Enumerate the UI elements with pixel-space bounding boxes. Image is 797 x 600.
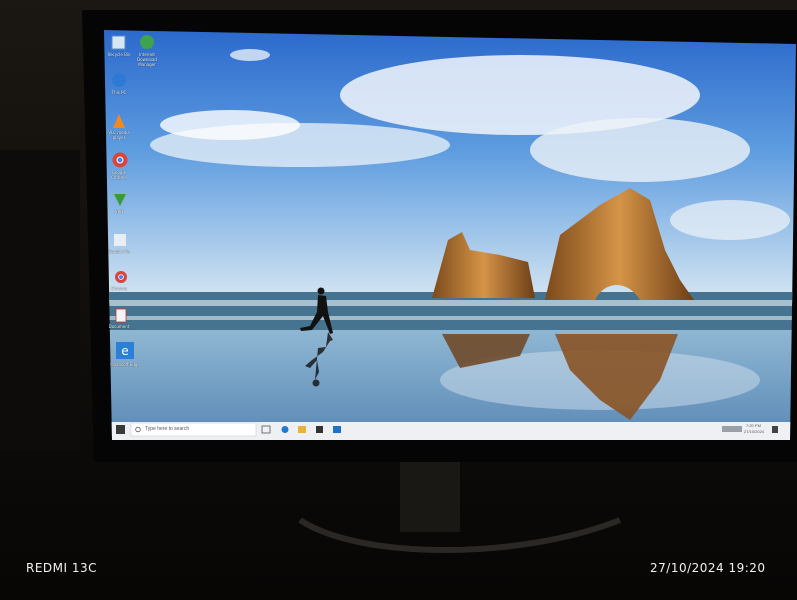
taskbar-file-explorer-icon [298, 426, 306, 433]
start-button [116, 425, 125, 434]
cloud [160, 110, 300, 140]
internet-download-manager-icon [140, 35, 154, 49]
monitor-stand-neck [400, 462, 460, 532]
cloud [530, 118, 750, 182]
device-watermark: REDMI 13C [26, 561, 98, 575]
timestamp-watermark: 27/10/2024 19:20 [650, 561, 766, 575]
clock-time[interactable]: 7:20 PM [746, 423, 761, 428]
svg-text:e: e [121, 344, 128, 358]
search-input[interactable]: Type here to search [145, 426, 189, 432]
icon-label[interactable]: Google file [104, 249, 134, 254]
taskbar-mail-icon [333, 426, 341, 433]
cloud [670, 200, 790, 240]
cloud [230, 49, 270, 61]
icon-label[interactable]: This PC [104, 90, 134, 95]
tray-icons [722, 426, 742, 432]
this-pc-icon [112, 73, 126, 87]
left-shelf [0, 150, 80, 450]
recycle-bin-icon [111, 35, 126, 50]
taskbar-store-icon [316, 426, 323, 433]
surf [104, 300, 796, 306]
icon-label[interactable]: VPN [104, 209, 134, 214]
document-icon [115, 308, 127, 323]
clock-date[interactable]: 27/10/2024 [744, 429, 764, 434]
icon-label[interactable]: Recycle Bin [104, 52, 134, 57]
icon-label[interactable]: VLC media player [104, 130, 134, 140]
icon-label[interactable]: Google Chrome [104, 170, 134, 180]
notification-icon [772, 426, 778, 433]
icon-label[interactable]: Chrome [104, 286, 134, 291]
taskbar-edge-icon [281, 426, 289, 433]
icon-label[interactable]: Microsoft Edge [110, 362, 140, 367]
screen [104, 30, 796, 440]
google-file-icon [114, 234, 126, 246]
surf [104, 316, 796, 320]
icon-label[interactable]: Document [104, 324, 134, 329]
icon-label[interactable]: Internet Download Manager [132, 52, 162, 67]
